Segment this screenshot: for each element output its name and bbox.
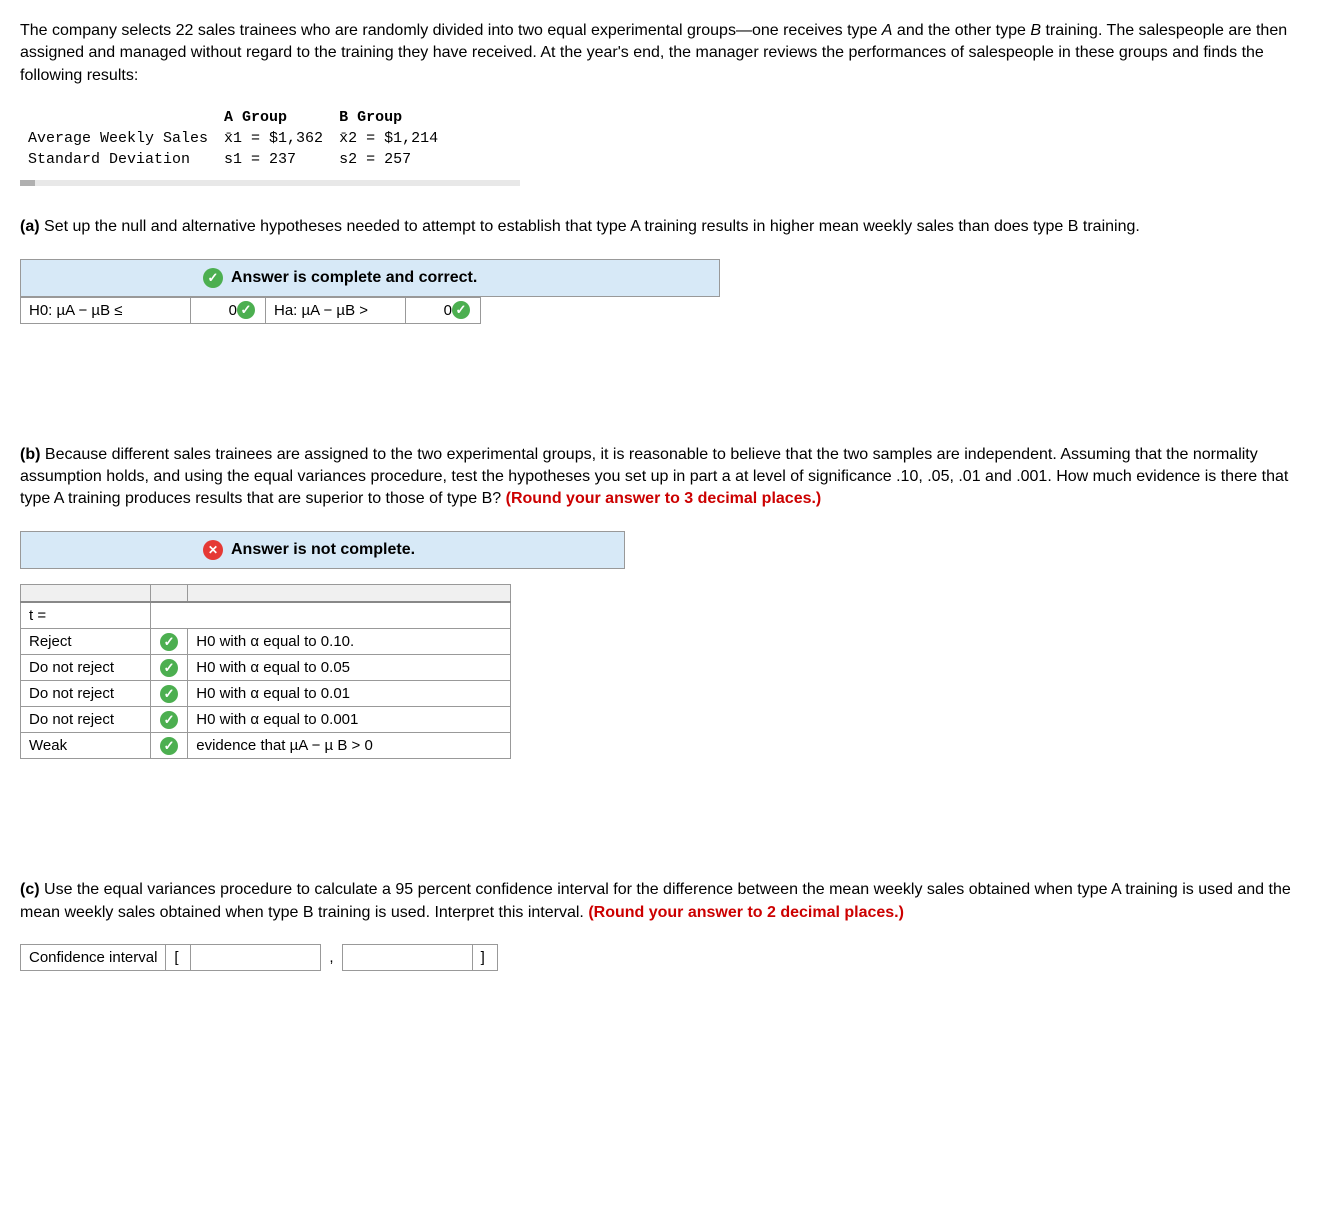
answer-banner-correct: Answer is complete and correct. [20, 259, 720, 297]
row2-label: Standard Deviation [20, 149, 216, 170]
col-a-header: A Group [216, 107, 331, 128]
row1-a: x̄1 = $1,362 [216, 128, 331, 149]
result-col2: H0 with α equal to 0.01 [188, 681, 511, 707]
cross-icon [203, 540, 223, 560]
result-col1[interactable]: Do not reject [21, 655, 151, 681]
row2-a: s1 = 237 [216, 149, 331, 170]
check-icon [160, 737, 178, 755]
comma: , [321, 945, 342, 971]
ha-input[interactable]: 0 [406, 297, 481, 323]
result-col1[interactable]: Do not reject [21, 681, 151, 707]
data-table: A Group B Group Average Weekly Sales x̄1… [20, 107, 446, 170]
t-label: t = [21, 602, 151, 629]
check-icon [160, 633, 178, 651]
answer-banner-incomplete: Answer is not complete. [20, 531, 625, 569]
h0-label: H0: µA − µB ≤ [21, 297, 191, 323]
check-icon [160, 711, 178, 729]
ci-upper-input[interactable] [342, 945, 472, 971]
check-icon [203, 268, 223, 288]
confidence-interval-row: Confidence interval [ , ] [20, 944, 498, 971]
part-a-question: (a) Set up the null and alternative hypo… [20, 216, 1302, 238]
result-col2: H0 with α equal to 0.10. [188, 629, 511, 655]
hypothesis-table: H0: µA − µB ≤ 0 Ha: µA − µB > 0 [20, 297, 481, 324]
banner-text: Answer is complete and correct. [231, 269, 477, 287]
banner-text: Answer is not complete. [231, 541, 415, 559]
row2-b: s2 = 257 [331, 149, 446, 170]
check-icon [160, 685, 178, 703]
t-input[interactable] [151, 602, 511, 629]
part-b-question: (b) Because different sales trainees are… [20, 444, 1302, 511]
check-icon [452, 301, 470, 319]
result-col1[interactable]: Do not reject [21, 707, 151, 733]
row1-label: Average Weekly Sales [20, 128, 216, 149]
ha-label: Ha: µA − µB > [266, 297, 406, 323]
result-col1[interactable]: Weak [21, 733, 151, 759]
horizontal-scrollbar[interactable] [20, 180, 520, 186]
ci-lower-input[interactable] [191, 945, 321, 971]
bracket-open: [ [166, 945, 191, 971]
result-col2: evidence that µA − µ B > 0 [188, 733, 511, 759]
bracket-close: ] [472, 945, 497, 971]
check-icon [237, 301, 255, 319]
result-table: t = Reject H0 with α equal to 0.10. Do n… [20, 584, 511, 760]
intro-text: The company selects 22 sales trainees wh… [20, 20, 1302, 87]
result-col2: H0 with α equal to 0.001 [188, 707, 511, 733]
part-c-question: (c) Use the equal variances procedure to… [20, 879, 1302, 924]
col-b-header: B Group [331, 107, 446, 128]
row1-b: x̄2 = $1,214 [331, 128, 446, 149]
check-icon [160, 659, 178, 677]
h0-input[interactable]: 0 [191, 297, 266, 323]
ci-label: Confidence interval [21, 945, 166, 971]
result-col2: H0 with α equal to 0.05 [188, 655, 511, 681]
result-col1[interactable]: Reject [21, 629, 151, 655]
